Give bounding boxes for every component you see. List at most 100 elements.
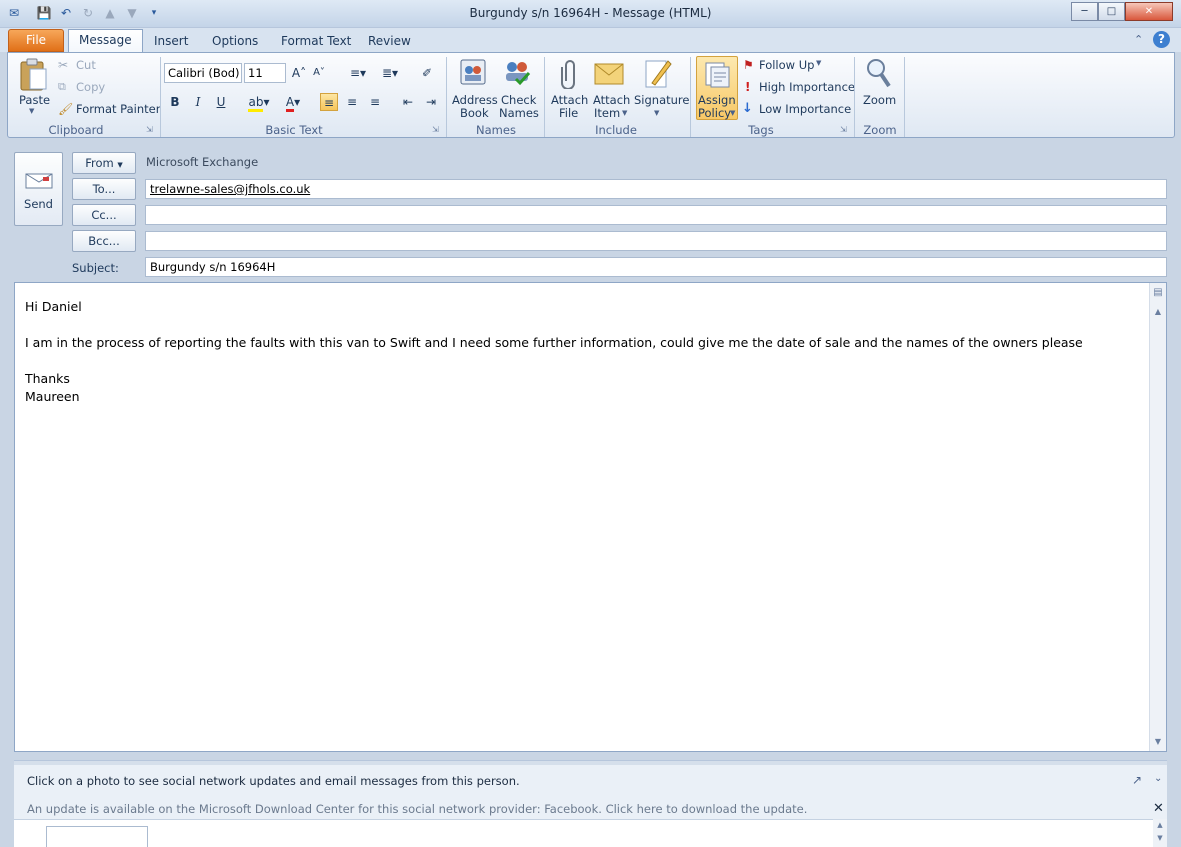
people-scroll-icon[interactable]: ▲ ▼ <box>1153 819 1167 847</box>
body-paragraph: I am in the process of reporting the fau… <box>25 335 1083 350</box>
clipboard-launcher-icon[interactable]: ⇲ <box>146 125 156 135</box>
people-tab[interactable] <box>46 826 148 847</box>
body-scrollbar[interactable]: ▤ ▲ ▼ <box>1149 283 1166 751</box>
decrease-indent-icon[interactable]: ⇤ <box>399 93 417 111</box>
tab-file[interactable]: File <box>8 29 64 52</box>
shrink-font-icon[interactable]: A˅ <box>310 64 328 82</box>
send-label: Send <box>24 197 53 211</box>
font-color-icon[interactable]: A▾ <box>278 93 308 112</box>
increase-indent-icon[interactable]: ⇥ <box>422 93 440 111</box>
assign-policy-button[interactable]: Assign <box>698 93 736 107</box>
cc-button[interactable]: Cc... <box>72 204 136 226</box>
follow-up-button[interactable]: Follow Up <box>759 58 814 72</box>
minimize-button[interactable]: ─ <box>1071 2 1098 21</box>
message-header: Send From ▼ Microsoft Exchange To... tre… <box>8 145 1174 281</box>
underline-icon[interactable]: U <box>212 93 230 111</box>
group-divider <box>446 57 447 137</box>
expand-pane-icon[interactable]: ↗ <box>1132 773 1142 787</box>
check-names-button[interactable]: Check <box>501 93 536 107</box>
bcc-button[interactable]: Bcc... <box>72 230 136 252</box>
tab-format-text[interactable]: Format Text <box>270 30 362 52</box>
scroll-up-icon[interactable]: ▲ <box>1151 305 1165 319</box>
align-left-icon[interactable]: ≡ <box>320 93 338 111</box>
update-notice[interactable]: An update is available on the Microsoft … <box>27 802 807 816</box>
grow-font-icon[interactable]: A˄ <box>290 64 308 82</box>
cut-button[interactable]: Cut <box>76 58 96 72</box>
group-label-tags: Tags <box>748 123 774 137</box>
zoom-button[interactable]: Zoom <box>863 93 896 107</box>
align-right-icon[interactable]: ≡ <box>366 93 384 111</box>
to-recipient[interactable]: trelawne-sales@jfhols.co.uk <box>150 182 310 196</box>
group-divider <box>160 57 161 137</box>
basic-text-launcher-icon[interactable]: ⇲ <box>432 125 442 135</box>
signature-dropdown-icon[interactable]: ▼ <box>654 109 659 117</box>
people-pane-hint: Click on a photo to see social network u… <box>27 774 520 788</box>
italic-icon[interactable]: I <box>189 93 207 111</box>
tab-insert[interactable]: Insert <box>143 30 199 52</box>
paste-icon[interactable] <box>16 57 50 93</box>
address-book-icon <box>458 57 488 87</box>
zoom-magnifier-icon <box>864 57 892 89</box>
tab-review[interactable]: Review <box>357 30 422 52</box>
send-button[interactable]: Send <box>14 152 63 226</box>
ruler-toggle-icon[interactable]: ▤ <box>1151 286 1165 300</box>
message-body[interactable]: Hi Daniel I am in the process of reporti… <box>14 282 1167 752</box>
body-signature: Maureen <box>25 389 80 404</box>
to-field[interactable]: trelawne-sales@jfhols.co.uk <box>145 179 1167 199</box>
copy-button[interactable]: Copy <box>76 80 105 94</box>
signature-button[interactable]: Signature <box>634 93 689 107</box>
assign-policy-label-2: Policy <box>698 106 732 120</box>
scroll-down-icon[interactable]: ▼ <box>1151 735 1165 749</box>
high-importance-button[interactable]: High Importance <box>759 80 855 94</box>
paste-button[interactable]: Paste <box>19 93 50 107</box>
format-painter-button[interactable]: Format Painter <box>76 102 160 116</box>
attach-file-label-2: File <box>559 106 579 120</box>
signature-icon <box>644 57 672 89</box>
cc-field[interactable] <box>145 205 1167 225</box>
ribbon: Paste ▼ ✂ Cut ⧉ Copy 🖌 Format Painter Cl… <box>7 52 1175 138</box>
low-importance-button[interactable]: Low Importance <box>759 102 851 116</box>
help-icon[interactable]: ? <box>1153 31 1170 48</box>
font-name-field[interactable]: Calibri (Bod) <box>164 63 242 83</box>
attach-item-dropdown-icon[interactable]: ▼ <box>622 109 627 117</box>
subject-label: Subject: <box>72 261 119 275</box>
check-names-icon <box>502 57 532 87</box>
from-dropdown-icon: ▼ <box>117 161 123 169</box>
people-list <box>14 819 1153 847</box>
bcc-field[interactable] <box>145 231 1167 251</box>
minimize-ribbon-icon[interactable]: ⌃ <box>1134 33 1143 46</box>
policy-icon <box>702 59 732 89</box>
close-button[interactable]: ✕ <box>1125 2 1173 21</box>
people-pane: Click on a photo to see social network u… <box>14 760 1167 847</box>
from-button[interactable]: From ▼ <box>72 152 136 174</box>
font-size-field[interactable]: 11 <box>244 63 286 83</box>
follow-up-dropdown-icon[interactable]: ▼ <box>816 59 821 67</box>
title-bar: ✉ 💾 ↶ ↻ ▲ ▼ ▾ Burgundy s/n 16964H - Mess… <box>0 0 1181 28</box>
numbering-icon[interactable]: ≣▾ <box>376 64 404 82</box>
people-pane-splitter[interactable] <box>14 761 1167 765</box>
tags-launcher-icon[interactable]: ⇲ <box>840 125 850 135</box>
collapse-pane-icon[interactable]: ⌄ <box>1154 773 1162 784</box>
styles-icon[interactable]: ✐ <box>418 64 436 82</box>
highlight-icon[interactable]: ab▾ <box>244 93 274 112</box>
address-book-button[interactable]: Address <box>452 93 498 107</box>
bold-icon[interactable]: B <box>166 93 184 111</box>
cut-icon: ✂ <box>58 58 69 72</box>
from-label: From <box>85 156 114 170</box>
maximize-button[interactable]: □ <box>1098 2 1125 21</box>
subject-field[interactable]: Burgundy s/n 16964H <box>145 257 1167 277</box>
attach-file-button[interactable]: Attach <box>551 93 588 107</box>
dismiss-notice-icon[interactable]: ✕ <box>1153 801 1164 816</box>
align-center-icon[interactable]: ≡ <box>343 93 361 111</box>
assign-policy-dropdown-icon[interactable]: ▼ <box>730 109 735 117</box>
attach-item-label-2: Item <box>594 106 621 120</box>
tab-options[interactable]: Options <box>201 30 269 52</box>
ribbon-tabs: File Message Insert Options Format Text … <box>0 28 1181 53</box>
tab-message[interactable]: Message <box>68 29 143 53</box>
group-label-basic-text: Basic Text <box>265 123 323 137</box>
bullets-icon[interactable]: ≡▾ <box>344 64 372 82</box>
to-button[interactable]: To... <box>72 178 136 200</box>
paste-dropdown-icon[interactable]: ▼ <box>29 107 34 115</box>
attach-item-button[interactable]: Attach <box>593 93 630 107</box>
body-closing: Thanks <box>25 371 70 386</box>
